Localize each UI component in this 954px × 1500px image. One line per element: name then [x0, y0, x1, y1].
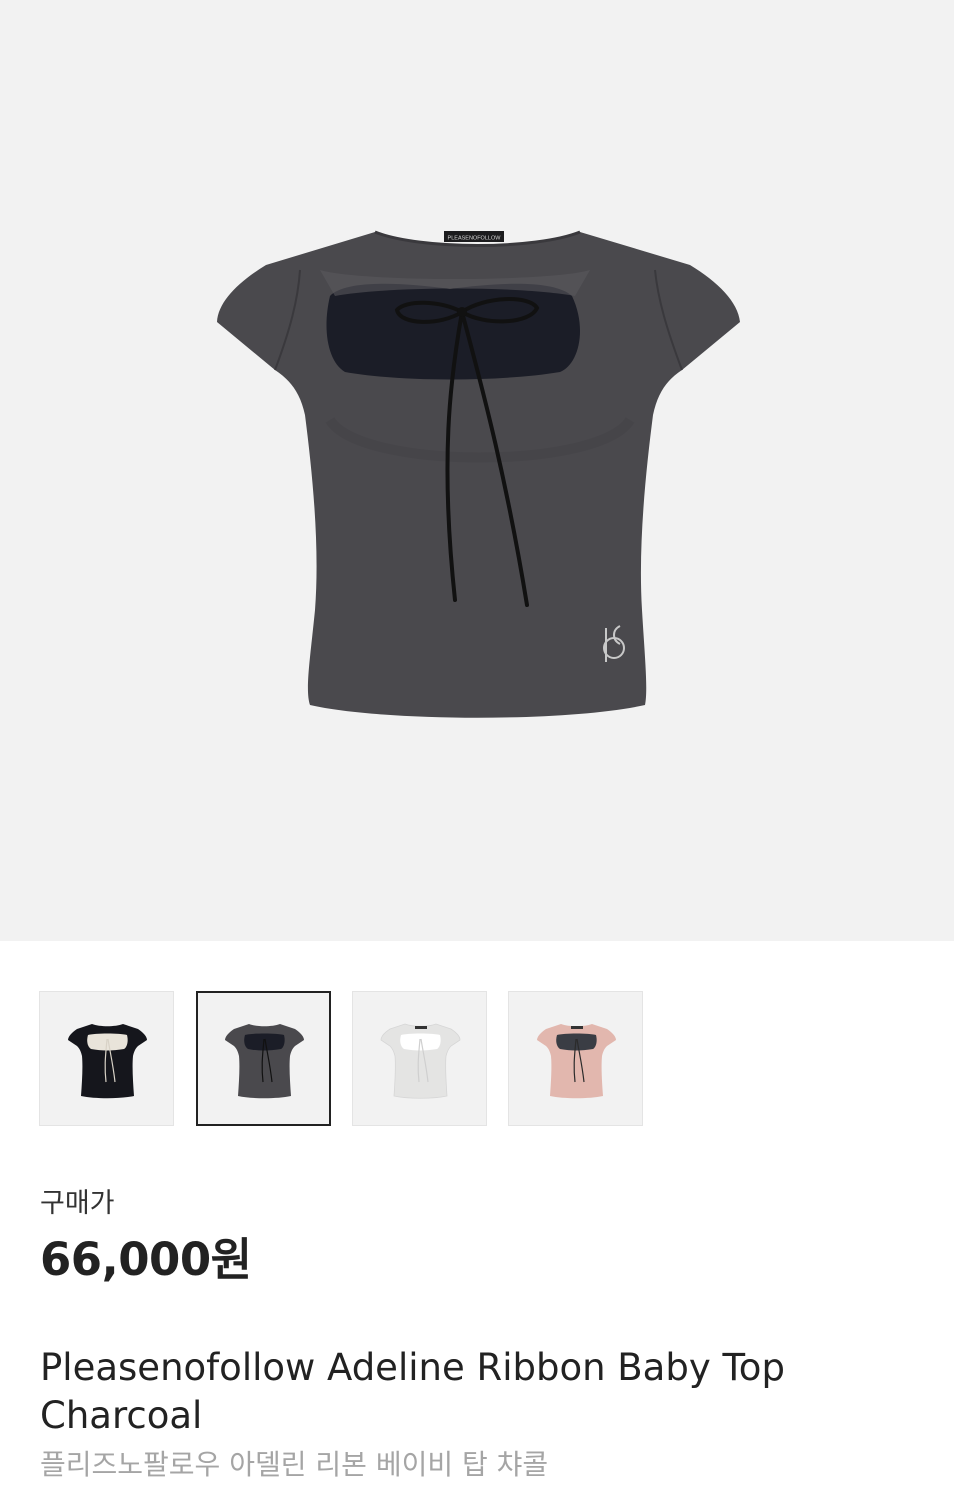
thumbnail-white-shirt-icon	[380, 1023, 461, 1099]
thumbnail-black[interactable]	[39, 991, 174, 1126]
thumbnail-pink[interactable]	[508, 991, 643, 1126]
product-title-korean: 플리즈노팔로우 아델린 리본 베이비 탑 챠콜	[40, 1448, 549, 1481]
product-title-english: Pleasenofollow Adeline Ribbon Baby Top C…	[40, 1346, 785, 1437]
brand-label-text: PLEASENOFOLLOW	[448, 236, 502, 242]
thumbnail-charcoal[interactable]	[196, 991, 331, 1126]
product-price: 66,000원	[40, 1233, 252, 1286]
thumbnail-charcoal-shirt-icon	[225, 1024, 304, 1099]
thumbnail-black-shirt-icon	[68, 1024, 147, 1099]
color-variant-thumbnails	[39, 991, 679, 1128]
shirt-illustration: PLEASENOFOLLOW	[217, 230, 740, 718]
thumbnail-white[interactable]	[352, 991, 487, 1126]
thumbnail-pink-shirt-icon	[537, 1024, 616, 1099]
price-label: 구매가	[40, 1188, 115, 1219]
product-main-image[interactable]: PLEASENOFOLLOW	[0, 0, 954, 941]
